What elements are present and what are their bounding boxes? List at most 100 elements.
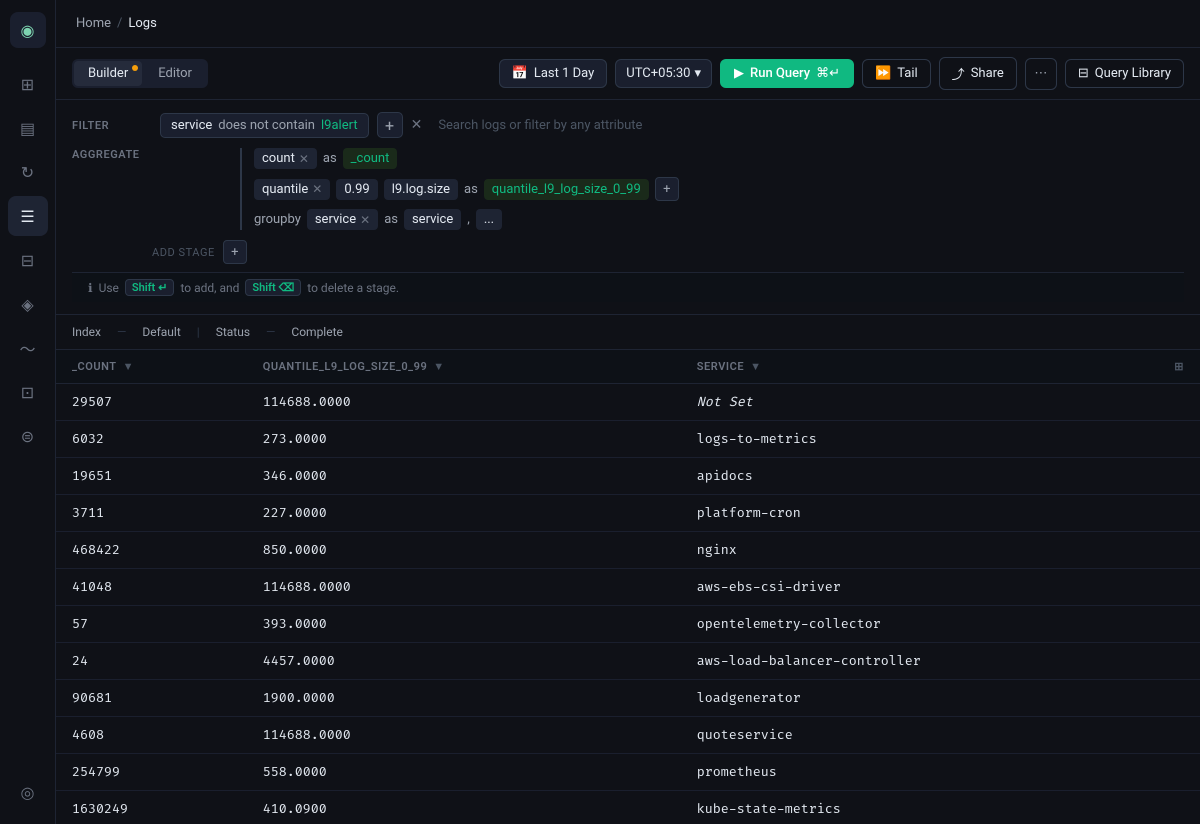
sidebar-item-settings[interactable]: ◈ bbox=[8, 284, 48, 324]
service-col-label: SERVICE bbox=[697, 360, 744, 373]
query-library-button[interactable]: ⊟ Query Library bbox=[1065, 59, 1184, 88]
breadcrumb-current: Logs bbox=[128, 16, 156, 31]
cell-count: 19651 bbox=[56, 458, 247, 495]
tables-icon: ▤ bbox=[20, 119, 35, 138]
timezone-button[interactable]: UTC+05:30 ▾ bbox=[615, 59, 712, 88]
profile-button[interactable]: ◎ bbox=[8, 772, 48, 812]
cell-count: 24 bbox=[56, 643, 247, 680]
tab-builder[interactable]: Builder bbox=[74, 61, 142, 86]
cell-count: 57 bbox=[56, 606, 247, 643]
sidebar-item-alert[interactable]: ⊡ bbox=[8, 372, 48, 412]
table-row[interactable]: 906811900.0000loadgenerator bbox=[56, 680, 1200, 717]
cell-quantile: 4457.0000 bbox=[247, 643, 681, 680]
table-row[interactable]: 468422850.0000nginx bbox=[56, 532, 1200, 569]
count-col-label: _COUNT bbox=[72, 360, 117, 373]
filter-operator: does not contain bbox=[218, 118, 315, 133]
groupby-ellipsis-chip[interactable]: ... bbox=[476, 209, 502, 230]
sidebar-item-dashboard[interactable]: ⊞ bbox=[8, 64, 48, 104]
table-row[interactable]: 29507114688.0000Not Set bbox=[56, 384, 1200, 421]
app-logo[interactable]: ◉ bbox=[10, 12, 46, 48]
settings-icon: ◈ bbox=[21, 295, 33, 314]
tab-editor[interactable]: Editor bbox=[144, 61, 206, 86]
groupby-field-chip[interactable]: service ✕ bbox=[307, 209, 378, 230]
cell-count: 4608 bbox=[56, 717, 247, 754]
count-func-label: count bbox=[262, 151, 295, 166]
sidebar-item-activity[interactable]: ↻ bbox=[8, 152, 48, 192]
cell-service: aws-ebs-csi-driver bbox=[681, 569, 1200, 606]
remove-count-button[interactable]: ✕ bbox=[299, 152, 309, 166]
share-button[interactable]: ⤴ Share bbox=[939, 57, 1017, 90]
quantile-value-label: 0.99 bbox=[344, 182, 369, 197]
col-header-service[interactable]: SERVICE ▼ ⊞ bbox=[681, 350, 1200, 384]
run-query-button[interactable]: ▶ Run Query ⌘↵ bbox=[720, 59, 854, 88]
quantile-filter-icon[interactable]: ▼ bbox=[433, 360, 444, 373]
table-row[interactable]: 41048114688.0000aws-ebs-csi-driver bbox=[56, 569, 1200, 606]
table-row[interactable]: 1630249410.0900kube-state-metrics bbox=[56, 791, 1200, 824]
cell-quantile: 114688.0000 bbox=[247, 569, 681, 606]
chevron-down-icon: ▾ bbox=[695, 66, 702, 81]
builder-dot bbox=[132, 65, 138, 71]
remove-groupby-button[interactable]: ✕ bbox=[360, 213, 370, 227]
hint-text-middle: to add, and bbox=[180, 281, 239, 295]
quantile-chip[interactable]: quantile ✕ bbox=[254, 179, 330, 200]
count-chip[interactable]: count ✕ bbox=[254, 148, 317, 169]
cell-quantile: 227.0000 bbox=[247, 495, 681, 532]
index-label: Index bbox=[72, 325, 101, 339]
sidebar-item-tables[interactable]: ▤ bbox=[8, 108, 48, 148]
count-filter-icon[interactable]: ▼ bbox=[123, 360, 134, 373]
add-stage-label: ADD STAGE bbox=[152, 246, 215, 259]
cell-service: loadgenerator bbox=[681, 680, 1200, 717]
filter-label: FILTER bbox=[72, 119, 152, 132]
groupby-comma: , bbox=[467, 212, 470, 227]
cell-service: platform-cron bbox=[681, 495, 1200, 532]
cell-quantile: 346.0000 bbox=[247, 458, 681, 495]
status-label: Status bbox=[216, 325, 250, 339]
hint-info-icon: ℹ bbox=[88, 281, 93, 295]
columns-config-button[interactable]: ⊞ bbox=[1174, 360, 1184, 373]
time-range-button[interactable]: 📅 Last 1 Day bbox=[499, 59, 608, 88]
groupby-alias-chip[interactable]: service bbox=[404, 209, 461, 230]
aggregate-quantile-row: quantile ✕ 0.99 l9.log.size as quantile_… bbox=[254, 177, 679, 201]
cell-service: prometheus bbox=[681, 754, 1200, 791]
breadcrumb-home[interactable]: Home bbox=[76, 16, 111, 31]
table-row[interactable]: 254799558.0000prometheus bbox=[56, 754, 1200, 791]
add-filter-button[interactable]: + bbox=[377, 112, 403, 138]
more-options-button[interactable]: ⋯ bbox=[1025, 58, 1057, 90]
sidebar-item-waves[interactable]: 〜 bbox=[8, 328, 48, 368]
table-row[interactable]: 3711227.0000platform-cron bbox=[56, 495, 1200, 532]
sidebar-item-controls[interactable]: ⊜ bbox=[8, 416, 48, 456]
quantile-field-chip[interactable]: l9.log.size bbox=[384, 179, 458, 200]
service-filter-icon[interactable]: ▼ bbox=[750, 360, 761, 373]
status-value: Complete bbox=[291, 325, 343, 339]
groupby-row: groupby service ✕ as service , ... bbox=[254, 209, 679, 230]
filter-search-placeholder[interactable]: Search logs or filter by any attribute bbox=[430, 114, 650, 137]
table-row[interactable]: 244457.0000aws-load-balancer-controller bbox=[56, 643, 1200, 680]
cell-count: 254799 bbox=[56, 754, 247, 791]
count-as-keyword: as bbox=[323, 151, 337, 166]
count-alias: _count bbox=[343, 148, 398, 169]
filter-tag[interactable]: service does not contain l9alert bbox=[160, 113, 369, 138]
quantile-alias: quantile_l9_log_size_0_99 bbox=[484, 179, 649, 200]
remove-filter-button[interactable]: ✕ bbox=[411, 118, 423, 132]
table-row[interactable]: 57393.0000opentelemetry-collector bbox=[56, 606, 1200, 643]
col-header-quantile[interactable]: QUANTILE_L9_LOG_SIZE_0_99 ▼ bbox=[247, 350, 681, 384]
add-stage-button[interactable]: + bbox=[223, 240, 247, 264]
main-content: Home / Logs Builder Editor 📅 Last 1 Day … bbox=[56, 0, 1200, 824]
quantile-value-chip[interactable]: 0.99 bbox=[336, 179, 377, 200]
table-row[interactable]: 4608114688.0000quoteservice bbox=[56, 717, 1200, 754]
table-row[interactable]: 6032273.0000logs-to-metrics bbox=[56, 421, 1200, 458]
sidebar-item-logs[interactable]: ☰ bbox=[8, 196, 48, 236]
results-table: _COUNT ▼ QUANTILE_L9_LOG_SIZE_0_99 ▼ SER… bbox=[56, 350, 1200, 824]
remove-quantile-button[interactable]: ✕ bbox=[312, 182, 322, 196]
cell-count: 3711 bbox=[56, 495, 247, 532]
table-row[interactable]: 19651346.0000apidocs bbox=[56, 458, 1200, 495]
profile-icon: ◎ bbox=[21, 783, 35, 802]
aggregate-count-row: count ✕ as _count bbox=[254, 148, 679, 169]
add-aggregate-button[interactable]: + bbox=[655, 177, 679, 201]
tail-button[interactable]: ⏩ Tail bbox=[862, 59, 931, 88]
cell-count: 41048 bbox=[56, 569, 247, 606]
groupby-alias-label: service bbox=[412, 212, 453, 227]
sidebar-item-filter[interactable]: ⊟ bbox=[8, 240, 48, 280]
activity-icon: ↻ bbox=[21, 163, 34, 182]
col-header-count[interactable]: _COUNT ▼ bbox=[56, 350, 247, 384]
